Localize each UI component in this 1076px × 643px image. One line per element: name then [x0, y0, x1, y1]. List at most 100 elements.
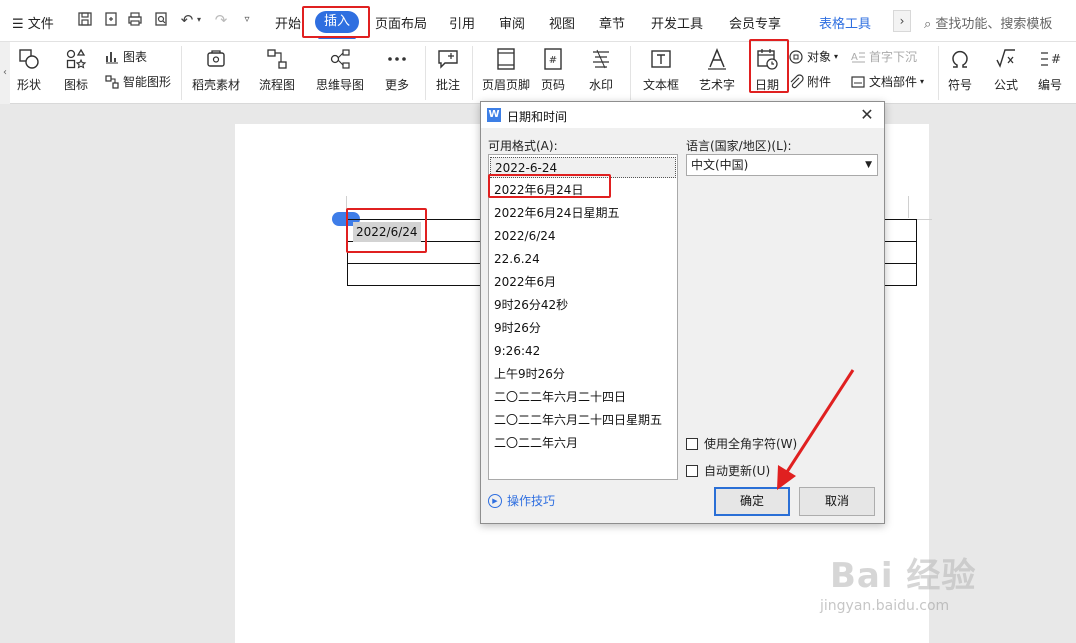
tab-table-tools[interactable]: 表格工具: [819, 13, 871, 32]
flowchart-icon: [267, 49, 287, 69]
list-item[interactable]: 2022年6月: [490, 272, 676, 293]
formula-button[interactable]: 公式: [992, 47, 1020, 93]
watermark-url: jingyan.baidu.com: [820, 598, 950, 614]
more-button[interactable]: 更多: [380, 47, 414, 93]
doc-part-icon: [851, 75, 865, 88]
ribbon-toolbar: ‹ 形状 图标 图表 智能图形 稻壳素材 流程图 思维导图 更多 批注 页眉页脚: [0, 42, 1076, 104]
formats-list[interactable]: 2022-6-24 2022年6月24日 2022年6月24日星期五 2022/…: [488, 154, 678, 480]
auto-update-checkbox[interactable]: 自动更新(U): [686, 462, 770, 479]
icons-icon: [66, 48, 87, 69]
redo-icon[interactable]: ↷: [212, 11, 230, 29]
ribbon-separator: [630, 46, 631, 100]
close-icon[interactable]: ✕: [857, 105, 877, 125]
numbering-button[interactable]: # 编号: [1036, 47, 1064, 93]
watermark-button[interactable]: 水印: [584, 47, 618, 93]
search-box[interactable]: ⌕ 查找功能、搜索模板: [924, 13, 1052, 32]
svg-text:#: #: [549, 55, 557, 66]
tab-home[interactable]: 开始: [275, 13, 301, 32]
numbering-icon: #: [1041, 52, 1061, 66]
dropcap-icon: A: [851, 52, 865, 63]
ribbon-scroll-left-icon[interactable]: ‹: [0, 42, 10, 104]
comment-button[interactable]: 批注: [433, 47, 463, 93]
ok-button[interactable]: 确定: [714, 487, 790, 516]
list-item[interactable]: 9时26分42秒: [490, 295, 676, 316]
language-select[interactable]: 中文(中国) ▼: [686, 154, 878, 176]
svg-text:#: #: [1051, 52, 1061, 66]
fullwidth-checkbox[interactable]: 使用全角字符(W): [686, 435, 797, 452]
list-item[interactable]: 9:26:42: [490, 341, 676, 362]
tab-insert[interactable]: 插入: [315, 11, 359, 33]
customize-toolbar-icon[interactable]: ▿: [238, 11, 256, 29]
language-label: 语言(国家/地区)(L):: [686, 139, 792, 153]
wordart-icon: [708, 48, 726, 70]
wordart-button[interactable]: 艺术字: [696, 47, 738, 93]
list-item[interactable]: 2022-6-24: [490, 157, 676, 178]
shape-button[interactable]: 形状: [14, 47, 44, 93]
icon-library-button[interactable]: 图标: [60, 47, 92, 93]
dialog-title: 日期和时间: [507, 110, 568, 124]
list-item[interactable]: 二〇二二年六月二十四日星期五: [490, 410, 676, 431]
active-tab-indicator: [318, 36, 356, 39]
chevron-down-icon: ▼: [865, 160, 872, 170]
print-icon[interactable]: [126, 11, 144, 29]
undo-dropdown-icon[interactable]: ▾: [194, 11, 204, 29]
object-button[interactable]: 对象 ▾: [788, 48, 838, 65]
play-icon: ▶: [488, 493, 502, 508]
checkbox-box[interactable]: [686, 437, 698, 450]
dropcap-button[interactable]: A 首字下沉: [850, 48, 917, 65]
ribbon-separator: [938, 46, 939, 100]
docer-material-button[interactable]: 稻壳素材: [190, 47, 242, 93]
list-item[interactable]: 2022/6/24: [490, 226, 676, 247]
hamburger-icon: ☰: [12, 17, 24, 32]
chart-button[interactable]: 图表: [104, 48, 147, 65]
tab-page-layout[interactable]: 页面布局: [375, 13, 427, 32]
mindmap-button[interactable]: 思维导图: [310, 47, 370, 93]
file-menu-label: 文件: [27, 17, 54, 32]
formats-label: 可用格式(A):: [488, 139, 558, 153]
dialog-titlebar[interactable]: W 日期和时间 ✕: [481, 102, 884, 128]
flowchart-button[interactable]: 流程图: [252, 47, 302, 93]
paperclip-icon: [790, 73, 804, 88]
language-select-value: 中文(中国): [691, 158, 749, 172]
tab-references[interactable]: 引用: [449, 13, 475, 32]
more-tabs-button[interactable]: ›: [893, 10, 911, 32]
tips-link[interactable]: ▶ 操作技巧: [488, 492, 555, 509]
tab-developer[interactable]: 开发工具: [651, 13, 703, 32]
menu-bar: ☰ 文件 ↶ ▾ ↷ ▿ 开始 插入 页面布局 引用 审阅 视图 章节 开发工具…: [0, 0, 1076, 42]
list-item[interactable]: 2022年6月24日: [490, 180, 676, 201]
list-item[interactable]: 二〇二二年六月二十四日: [490, 387, 676, 408]
tab-review[interactable]: 审阅: [499, 13, 525, 32]
print-preview-icon[interactable]: [152, 11, 170, 29]
textbox-icon: [651, 50, 671, 68]
smart-shape-button[interactable]: 智能图形: [104, 73, 171, 90]
symbol-button[interactable]: 符号: [946, 47, 974, 93]
watermark-icon: [593, 49, 609, 69]
inserted-date-text[interactable]: 2022/6/24: [353, 222, 421, 242]
list-item[interactable]: 22.6.24: [490, 249, 676, 270]
list-item[interactable]: 9时26分: [490, 318, 676, 339]
page-number-icon: #: [544, 48, 562, 70]
omega-icon: [952, 50, 968, 68]
header-footer-button[interactable]: 页眉页脚: [480, 47, 532, 93]
cancel-button[interactable]: 取消: [799, 487, 875, 516]
tab-section[interactable]: 章节: [599, 13, 625, 32]
doc-part-button[interactable]: 文档部件 ▾: [850, 73, 924, 90]
file-menu[interactable]: ☰ 文件: [12, 13, 54, 32]
wps-writer-icon: W: [487, 108, 501, 122]
attachment-button[interactable]: 附件: [788, 73, 831, 90]
save-icon[interactable]: [76, 11, 94, 29]
list-item[interactable]: 2022年6月24日星期五: [490, 203, 676, 224]
checkbox-box[interactable]: [686, 464, 698, 477]
baidu-jingyan-watermark: Bai 经验 jingyan.baidu.com: [820, 548, 1030, 638]
list-item[interactable]: 二〇二二年六月: [490, 433, 676, 454]
page-number-button[interactable]: # 页码: [538, 47, 568, 93]
textbox-button[interactable]: 文本框: [640, 47, 682, 93]
formula-icon: [996, 49, 1015, 68]
search-icon: ⌕: [924, 17, 932, 32]
fullwidth-checkbox-label: 使用全角字符(W): [704, 437, 798, 451]
list-item[interactable]: 上午9时26分: [490, 364, 676, 385]
tab-view[interactable]: 视图: [549, 13, 575, 32]
export-pdf-icon[interactable]: [102, 11, 120, 29]
tab-member[interactable]: 会员专享: [729, 13, 781, 32]
date-button[interactable]: 日期: [752, 47, 782, 93]
